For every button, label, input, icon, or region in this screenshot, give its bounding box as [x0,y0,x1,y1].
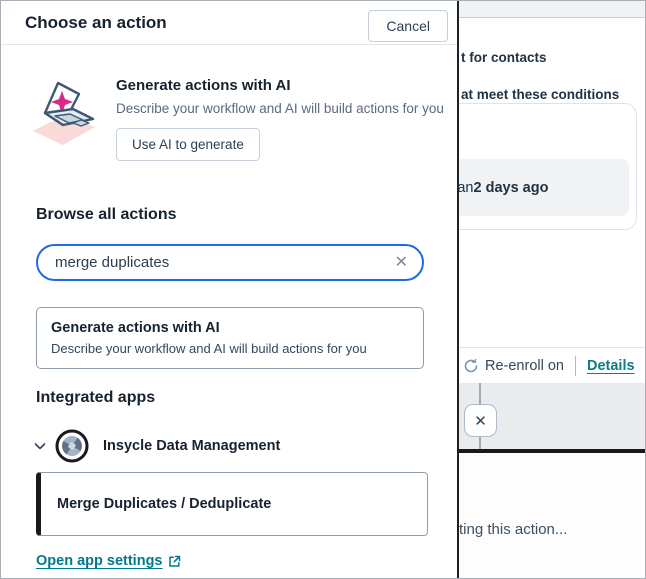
action-search-field: ✕ [36,244,424,281]
background-top-strip [459,1,645,18]
insycle-logo [55,429,89,463]
app-group-insycle[interactable]: Insycle Data Management [33,428,280,464]
open-app-settings-link[interactable]: Open app settings [36,553,181,569]
action-status-text: ting this action... [459,521,568,538]
reenroll-label: Re-enroll on [485,357,564,374]
search-clear-icon[interactable]: ✕ [395,254,408,271]
conditions-heading: at meet these conditions [461,87,620,102]
cancel-button[interactable]: Cancel [368,10,448,42]
panel-header: Choose an action Cancel [1,1,457,45]
enrollment-settings-panel: t for contacts at meet these conditions … [422,18,645,383]
app-group-name: Insycle Data Management [103,438,281,454]
condition-value: 2 days ago [473,179,549,196]
generate-ai-card-description: Describe your workflow and AI will build… [51,341,367,356]
external-link-icon [168,555,180,567]
close-branch-button[interactable]: ✕ [464,404,497,437]
integrated-apps-heading: Integrated apps [36,389,156,406]
panel-footer: Re-enroll on Details [459,347,645,383]
action-merge-duplicates-label: Merge Duplicates / Deduplicate [57,496,272,512]
reenroll-icon [464,358,478,372]
use-ai-button[interactable]: Use AI to generate [116,128,260,161]
footer-divider [575,355,576,376]
choose-action-panel: Choose an action Cancel Generate actions… [1,1,459,578]
ai-laptop-icon [33,81,95,145]
action-merge-duplicates[interactable]: Merge Duplicates / Deduplicate [36,472,428,536]
action-search-input[interactable] [55,254,395,271]
browse-actions-heading: Browse all actions [36,206,177,223]
ai-hero-description: Describe your workflow and AI will build… [116,101,444,116]
enrollment-heading: t for contacts [461,50,547,65]
generate-ai-card[interactable]: Generate actions with AI Describe your w… [36,307,424,369]
chevron-down-icon[interactable] [33,439,47,453]
canvas-lower-area: ting this action... [459,453,645,578]
panel-title: Choose an action [25,12,167,32]
generate-ai-card-title: Generate actions with AI [51,320,220,336]
workflow-background: t for contacts at meet these conditions … [422,1,645,578]
workflow-canvas: ✕ [459,383,645,453]
screen: t for contacts at meet these conditions … [0,0,646,579]
close-icon: ✕ [474,412,487,430]
open-app-settings-label: Open app settings [36,553,163,569]
details-link[interactable]: Details [587,358,635,374]
enrollment-criteria-card: s than 2 days ago [422,103,637,230]
ai-hero-title: Generate actions with AI [116,77,291,94]
